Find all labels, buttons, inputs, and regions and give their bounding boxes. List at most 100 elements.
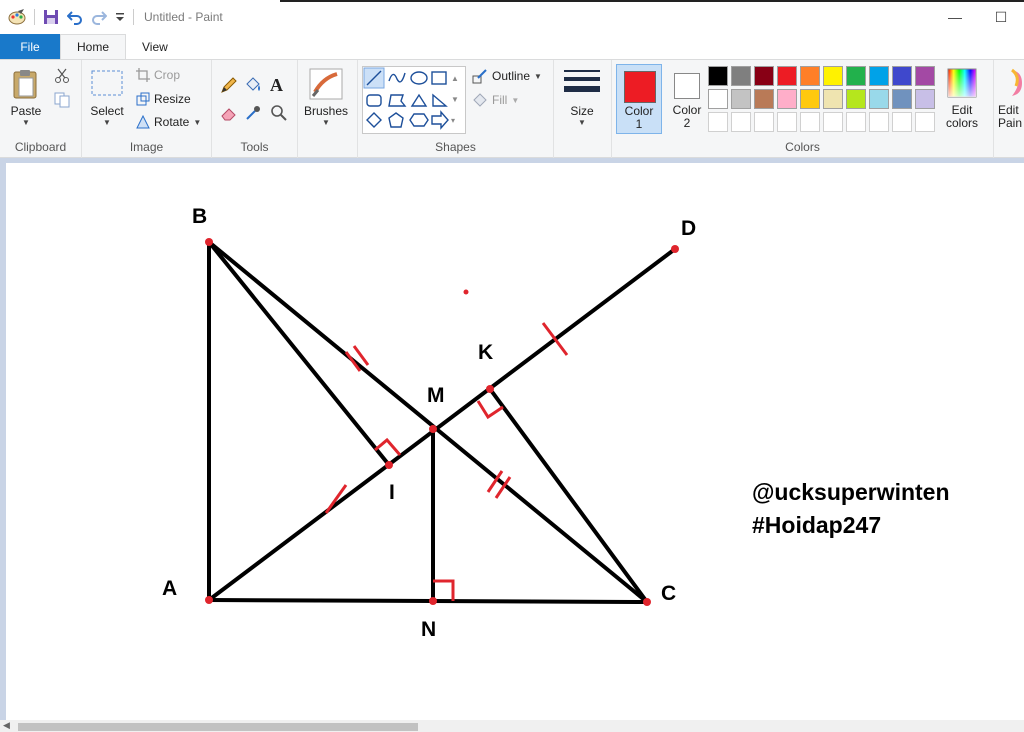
watermark: @ucksuperwinten #Hoidap247 (752, 479, 950, 538)
palette-swatch[interactable] (915, 89, 935, 109)
minimize-button[interactable]: — (932, 0, 978, 34)
redo-icon[interactable] (91, 9, 107, 25)
palette-custom-slot[interactable] (892, 112, 912, 132)
cut-icon[interactable] (54, 68, 70, 84)
tick-bm-1 (344, 351, 362, 372)
customize-qat-icon[interactable] (115, 11, 125, 23)
edit-colors-button[interactable]: Edit colors (946, 68, 978, 130)
color2-swatch (674, 73, 700, 99)
palette-swatch[interactable] (892, 89, 912, 109)
color1-button[interactable]: Color 1 (616, 64, 662, 134)
paint-app-icon[interactable] (8, 9, 26, 25)
palette-swatch[interactable] (823, 89, 843, 109)
palette-swatch[interactable] (708, 66, 728, 86)
clipboard-group-label: Clipboard (14, 140, 67, 154)
segment-bc (207, 240, 649, 604)
fill-dropdown-icon: ▼ (511, 95, 520, 105)
palette-swatch[interactable] (777, 89, 797, 109)
horizontal-scrollbar[interactable]: ◀ (0, 720, 1024, 732)
outline-button[interactable]: Outline ▼ (472, 68, 542, 84)
workspace: B A C D M K I N @ucksuperwinten #Hoidap2… (0, 158, 1024, 720)
shapes-gallery-scroll[interactable]: ▲ ▼ ▾ (451, 68, 459, 131)
image-group-label: Image (129, 140, 164, 154)
size-button[interactable]: Size ▼ (564, 68, 600, 127)
magnifier-icon[interactable] (270, 104, 288, 122)
text-tool-icon[interactable]: A (270, 75, 283, 96)
palette-swatch[interactable] (731, 66, 751, 86)
paste-button[interactable]: Paste ▼ (10, 68, 42, 127)
scroll-left-icon[interactable]: ◀ (3, 720, 10, 731)
palette-swatch[interactable] (800, 66, 820, 86)
palette-swatch[interactable] (777, 66, 797, 86)
scrollbar-thumb[interactable] (18, 723, 418, 731)
crop-button[interactable]: Crop (136, 68, 180, 82)
undo-icon[interactable] (67, 9, 83, 25)
palette-custom-slot[interactable] (754, 112, 774, 132)
point-a (205, 596, 213, 604)
palette-swatch[interactable] (754, 89, 774, 109)
brushes-button[interactable]: Brushes ▼ (304, 68, 348, 127)
color-wheel-icon (947, 68, 977, 98)
edit-paint-label-2: Pain (998, 116, 1023, 130)
eraser-icon[interactable] (220, 104, 238, 122)
clipboard-group: Paste ▼ Clipboard (0, 60, 82, 158)
palette-custom-slot[interactable] (731, 112, 751, 132)
size-group: Size ▼ (554, 60, 612, 158)
palette-swatch[interactable] (800, 89, 820, 109)
size-label: Size (570, 104, 594, 118)
palette-swatch[interactable] (823, 66, 843, 86)
label-i: I (389, 481, 395, 504)
fill-button[interactable]: Fill ▼ (472, 92, 519, 108)
resize-button[interactable]: Resize (136, 92, 191, 106)
segment-ac (207, 598, 649, 604)
colors-group: Color 1 Color 2 Edit colors Colors (612, 60, 994, 158)
palette-swatch[interactable] (731, 89, 751, 109)
selection-icon (90, 68, 124, 98)
color1-label: Color (624, 104, 654, 118)
qat-separator-2 (133, 9, 134, 25)
save-icon[interactable] (43, 9, 59, 25)
palette-swatch[interactable] (754, 66, 774, 86)
tab-file[interactable]: File (0, 34, 60, 59)
segment-kc (488, 387, 649, 604)
label-c: C (661, 582, 676, 605)
palette-swatch[interactable] (708, 89, 728, 109)
palette-custom-slot[interactable] (915, 112, 935, 132)
window-border (280, 0, 1024, 2)
color-picker-icon[interactable] (244, 104, 262, 122)
stray-dot (463, 289, 469, 295)
palette-swatch[interactable] (915, 66, 935, 86)
palette-custom-slot[interactable] (823, 112, 843, 132)
label-b: B (192, 205, 207, 228)
palette-swatch[interactable] (869, 89, 889, 109)
outline-label: Outline (492, 69, 531, 83)
fill-bucket-icon[interactable] (244, 76, 262, 94)
tab-view[interactable]: View (126, 34, 184, 59)
maximize-button[interactable]: ☐ (978, 0, 1024, 34)
color1-swatch (624, 71, 656, 103)
pencil-icon[interactable] (220, 76, 238, 94)
palette-swatch[interactable] (892, 66, 912, 86)
ribbon-tabs: File Home View (0, 34, 1024, 59)
select-button[interactable]: Select ▼ (90, 68, 124, 127)
palette-custom-slot[interactable] (800, 112, 820, 132)
label-a: A (162, 577, 177, 600)
drawing-canvas[interactable]: B A C D M K I N @ucksuperwinten #Hoidap2… (6, 163, 1024, 720)
figure-lines (207, 240, 677, 604)
size-dropdown-icon: ▼ (578, 118, 586, 127)
label-d: D (681, 217, 696, 240)
palette-custom-slot[interactable] (869, 112, 889, 132)
palette-swatch[interactable] (846, 66, 866, 86)
palette-custom-slot[interactable] (708, 112, 728, 132)
copy-icon[interactable] (54, 92, 70, 108)
rotate-icon (136, 115, 150, 129)
palette-swatch[interactable] (869, 66, 889, 86)
palette-custom-slot[interactable] (846, 112, 866, 132)
rotate-button[interactable]: Rotate ▼ (136, 115, 201, 129)
tab-home[interactable]: Home (60, 34, 127, 59)
palette-swatch[interactable] (846, 89, 866, 109)
segment-bi (207, 240, 391, 467)
color2-button[interactable]: Color 2 (664, 64, 710, 134)
palette-custom-slot[interactable] (777, 112, 797, 132)
edit-with-paint3d-button[interactable]: Edit Pain (998, 68, 1024, 130)
